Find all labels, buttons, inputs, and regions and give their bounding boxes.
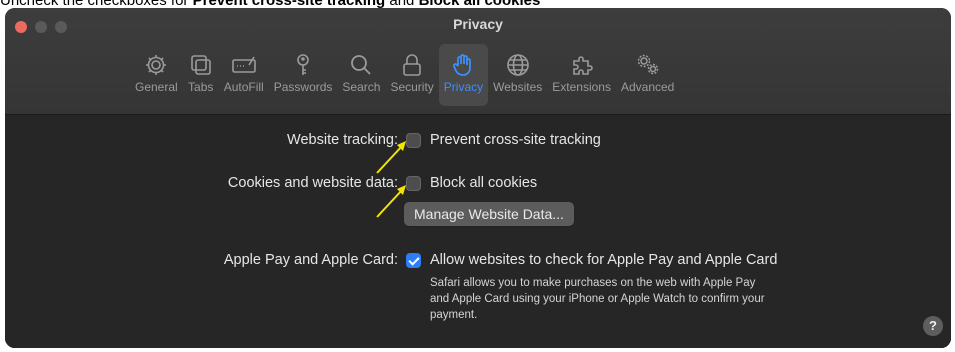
manage-website-data-button[interactable]: Manage Website Data... — [404, 202, 574, 226]
preferences-window: Privacy General Tabs AutoFill Passwords … — [5, 8, 951, 348]
gears-icon — [637, 54, 658, 75]
allow-apple-pay-check-checkbox[interactable] — [406, 252, 421, 268]
help-button[interactable]: ? — [923, 316, 943, 336]
annotation-arrow-tracking — [376, 141, 406, 174]
preferences-toolbar: General Tabs AutoFill Passwords Search S… — [130, 44, 679, 106]
gear-icon — [146, 55, 167, 75]
tab-websites[interactable]: Websites — [488, 44, 547, 106]
lock-icon — [403, 54, 421, 76]
tab-extensions-label: Extensions — [552, 80, 611, 94]
block-all-cookies-label[interactable]: Block all cookies — [430, 175, 537, 191]
tab-advanced[interactable]: Advanced — [616, 44, 679, 106]
tab-tabs[interactable]: Tabs — [183, 44, 219, 106]
tab-general[interactable]: General — [130, 44, 183, 106]
tab-passwords[interactable]: Passwords — [269, 44, 338, 106]
window-title: Privacy — [453, 16, 503, 32]
apple-pay-row: Apple Pay and Apple Card: Allow websites… — [5, 252, 778, 268]
apple-pay-description: Safari allows you to make purchases on t… — [430, 275, 765, 323]
website-tracking-row: Website tracking: Prevent cross-site tra… — [5, 132, 601, 148]
prevent-cross-site-tracking-label[interactable]: Prevent cross-site tracking — [430, 132, 601, 148]
tab-search[interactable]: Search — [337, 44, 385, 106]
tab-tabs-label: Tabs — [188, 80, 214, 94]
tab-general-label: General — [135, 80, 178, 94]
search-icon — [351, 55, 372, 75]
tab-advanced-label: Advanced — [620, 80, 675, 94]
cookies-row: Cookies and website data: Block all cook… — [5, 175, 537, 191]
title-bar: Privacy General Tabs AutoFill Passwords … — [5, 8, 951, 115]
tab-search-label: Search — [342, 80, 381, 94]
tab-autofill-label: AutoFill — [223, 80, 264, 94]
puzzle-icon — [572, 56, 593, 75]
apple-pay-label: Apple Pay and Apple Card: — [223, 252, 398, 268]
tab-privacy-label: Privacy — [443, 80, 484, 94]
key-icon — [297, 54, 309, 75]
tab-privacy[interactable]: Privacy — [438, 44, 489, 106]
globe-icon — [506, 54, 529, 76]
cookies-label: Cookies and website data: — [227, 175, 398, 191]
allow-apple-pay-check-label[interactable]: Allow websites to check for Apple Pay an… — [430, 252, 777, 268]
apple-pay-description-line: Safari allows you to make purchases on t… — [430, 277, 756, 289]
tabs-icon — [190, 55, 211, 75]
tab-websites-label: Websites — [493, 80, 543, 94]
tab-security-label: Security — [390, 80, 434, 94]
apple-pay-description-line: payment. — [430, 309, 478, 321]
annotation-arrow-cookies — [376, 185, 406, 218]
tab-security[interactable]: Security — [385, 44, 438, 106]
tab-passwords-label: Passwords — [273, 80, 333, 94]
website-tracking-label: Website tracking: — [287, 132, 398, 148]
hand-icon — [453, 54, 472, 76]
tab-autofill[interactable]: AutoFill — [219, 44, 269, 106]
autofill-icon — [231, 56, 256, 73]
tab-extensions[interactable]: Extensions — [547, 44, 616, 106]
privacy-pane: Website tracking: Prevent cross-site tra… — [5, 115, 951, 348]
apple-pay-description-line: and Apple Card using your iPhone or Appl… — [430, 293, 765, 305]
